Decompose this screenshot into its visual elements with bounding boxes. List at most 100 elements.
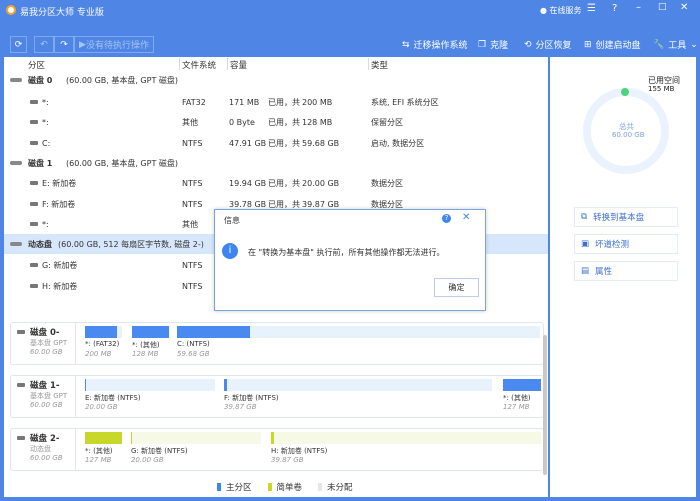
bad-sector-check-button[interactable]: ▣ 坏道检测 <box>574 234 678 254</box>
disk-name: 磁盘 0 <box>28 75 53 85</box>
partition-type: 数据分区 <box>371 199 403 209</box>
disk-row[interactable]: 磁盘 0 (60.00 GB, 基本盘, GPT 磁盘) <box>4 70 548 90</box>
partition-name: H: 新加卷 <box>42 281 78 291</box>
pending-operations-button[interactable]: ▶ 没有待执行操作 <box>74 36 154 53</box>
total-value: 60.00 GB <box>612 131 645 139</box>
partition-bar-size: 20.00 GB <box>131 456 164 464</box>
migrate-icon: ⇆ <box>402 39 410 50</box>
disk-map-panel[interactable]: 磁盘 0- 基本盘 GPT 60.00 GB *: (FAT32) 200 MB… <box>10 322 544 365</box>
help-icon[interactable]: ? <box>612 3 617 14</box>
partition-bar[interactable] <box>85 326 122 338</box>
maximize-button[interactable]: □ <box>658 2 667 12</box>
partition-row[interactable]: *: FAT32 171 MB 已用，共 200 MB 系统, EFI 系统分区 <box>4 92 548 112</box>
migrate-os-button[interactable]: ⇆ 迁移操作系统 <box>402 38 468 52</box>
properties-icon: ▤ <box>581 266 590 276</box>
partition-name: C: <box>42 138 51 148</box>
partition-bar-label: E: 新加卷 (NTFS) <box>85 394 141 402</box>
partition-bar-label: *: (其他) <box>503 394 531 402</box>
partition-bar-size: 20.00 GB <box>85 403 118 411</box>
partition-row[interactable]: *: 其他 0 Byte 已用，共 128 MB 保留分区 <box>4 112 548 132</box>
partition-row[interactable]: C: NTFS 47.91 GB 已用，共 59.68 GB 启动, 数据分区 <box>4 133 548 153</box>
partition-bar[interactable] <box>177 326 540 338</box>
partition-recovery-button[interactable]: ⟲ 分区恢复 <box>524 38 572 52</box>
disk-map-size: 60.00 GB <box>30 348 63 356</box>
filesystem: 其他 <box>182 117 198 127</box>
undo-button[interactable]: ↶ <box>34 36 54 53</box>
disk-icon <box>10 78 22 82</box>
info-icon: i <box>222 243 238 259</box>
partition-bar[interactable] <box>224 379 492 391</box>
partition-bar-label: *: (FAT32) <box>85 340 120 348</box>
disk-map-name: 磁盘 2- <box>30 434 60 444</box>
disk-map-name: 磁盘 1- <box>30 381 60 391</box>
disk-map-type: 基本盘 GPT <box>30 392 68 400</box>
partition-bar-label: C: (NTFS) <box>177 340 210 348</box>
partition-name: *: <box>42 117 49 127</box>
disk-icon <box>17 436 25 440</box>
wrench-icon: 🔧 <box>653 39 665 50</box>
used: 19.94 GB <box>229 178 267 188</box>
legend-item: 简单卷 <box>267 481 302 493</box>
partition-bar-size: 39.87 GB <box>224 403 257 411</box>
filesystem: FAT32 <box>182 97 206 107</box>
partition-name: E: 新加卷 <box>42 178 77 188</box>
partition-name: G: 新加卷 <box>42 260 78 270</box>
tools-menu[interactable]: 🔧 工具 ⌄ <box>653 38 698 52</box>
refresh-button[interactable]: ⟳ <box>10 36 27 53</box>
info-dialog: 信息 ? ✕ i 在 "转换为基本盘" 执行前，所有其他操作都无法进行。 确定 <box>214 209 486 311</box>
used-dot <box>621 88 629 96</box>
disk-map-panel[interactable]: 磁盘 2- 动态盘 60.00 GB *: (其他) 127 MB G: 新加卷… <box>10 428 544 471</box>
close-button[interactable]: ✕ <box>680 2 688 13</box>
minimize-button[interactable]: – <box>636 2 641 13</box>
partition-name: F: 新加卷 <box>42 199 76 209</box>
ok-button[interactable]: 确定 <box>434 278 479 297</box>
used-of: 已用，共 <box>268 117 300 127</box>
partition-bar-label: H: 新加卷 (NTFS) <box>271 447 328 455</box>
partition-bar-label: F: 新加卷 (NTFS) <box>224 394 279 402</box>
partition-bar-fill <box>271 432 274 444</box>
partition-bar[interactable] <box>503 379 541 391</box>
online-service-link[interactable]: ● 在线服务 <box>540 5 582 16</box>
disk-map-panel[interactable]: 磁盘 1- 基本盘 GPT 60.00 GB E: 新加卷 (NTFS) 20.… <box>10 375 544 418</box>
properties-button[interactable]: ▤ 属性 <box>574 261 678 281</box>
menu-icon[interactable]: ☰ <box>587 3 596 14</box>
partition-bar-fill <box>131 432 133 444</box>
convert-icon: ⧉ <box>581 212 588 222</box>
partition-bar-fill <box>224 379 227 391</box>
disk-info: (60.00 GB, 基本盘, GPT 磁盘) <box>66 158 178 168</box>
chevron-down-icon: ⌄ <box>690 39 698 50</box>
partition-type: 启动, 数据分区 <box>371 138 425 148</box>
partition-icon <box>30 222 38 226</box>
partition-bar[interactable] <box>132 326 169 338</box>
disk-map-type: 动态盘 <box>30 445 51 453</box>
partition-bar-fill <box>503 379 541 391</box>
disk-row[interactable]: 磁盘 1 (60.00 GB, 基本盘, GPT 磁盘) <box>4 153 548 173</box>
partition-type: 数据分区 <box>371 178 403 188</box>
partition-bar[interactable] <box>85 379 215 391</box>
create-bootdisk-button[interactable]: ⊞ 创建启动盘 <box>584 38 641 52</box>
partition-bar-fill <box>85 379 87 391</box>
convert-to-basic-button[interactable]: ⧉ 转换到基本盘 <box>574 207 678 227</box>
clone-button[interactable]: ❐ 克隆 <box>478 38 508 52</box>
used-of: 已用，共 <box>268 97 300 107</box>
windows-icon: ⊞ <box>584 39 592 50</box>
partition-bar[interactable] <box>131 432 261 444</box>
scrollbar[interactable] <box>543 335 547 475</box>
help-icon[interactable]: ? <box>442 214 451 223</box>
partition-row[interactable]: E: 新加卷 NTFS 19.94 GB 已用，共 20.00 GB 数据分区 <box>4 173 548 193</box>
redo-button[interactable]: ↷ <box>54 36 74 53</box>
partition-bar-fill <box>85 432 122 444</box>
partition-bar-label: G: 新加卷 (NTFS) <box>131 447 188 455</box>
partition-bar-fill <box>132 326 169 338</box>
partition-bar-size: 128 MB <box>132 350 159 358</box>
used: 47.91 GB <box>229 138 267 148</box>
filesystem: 其他 <box>182 219 198 229</box>
dialog-close-button[interactable]: ✕ <box>462 212 470 223</box>
disk-icon <box>17 330 25 334</box>
partition-bar[interactable] <box>271 432 541 444</box>
partition-bar[interactable] <box>85 432 122 444</box>
disk-name: 动态盘 <box>28 239 52 249</box>
partition-bar-fill <box>177 326 250 338</box>
filesystem: NTFS <box>182 178 203 188</box>
disk-icon <box>17 383 25 387</box>
